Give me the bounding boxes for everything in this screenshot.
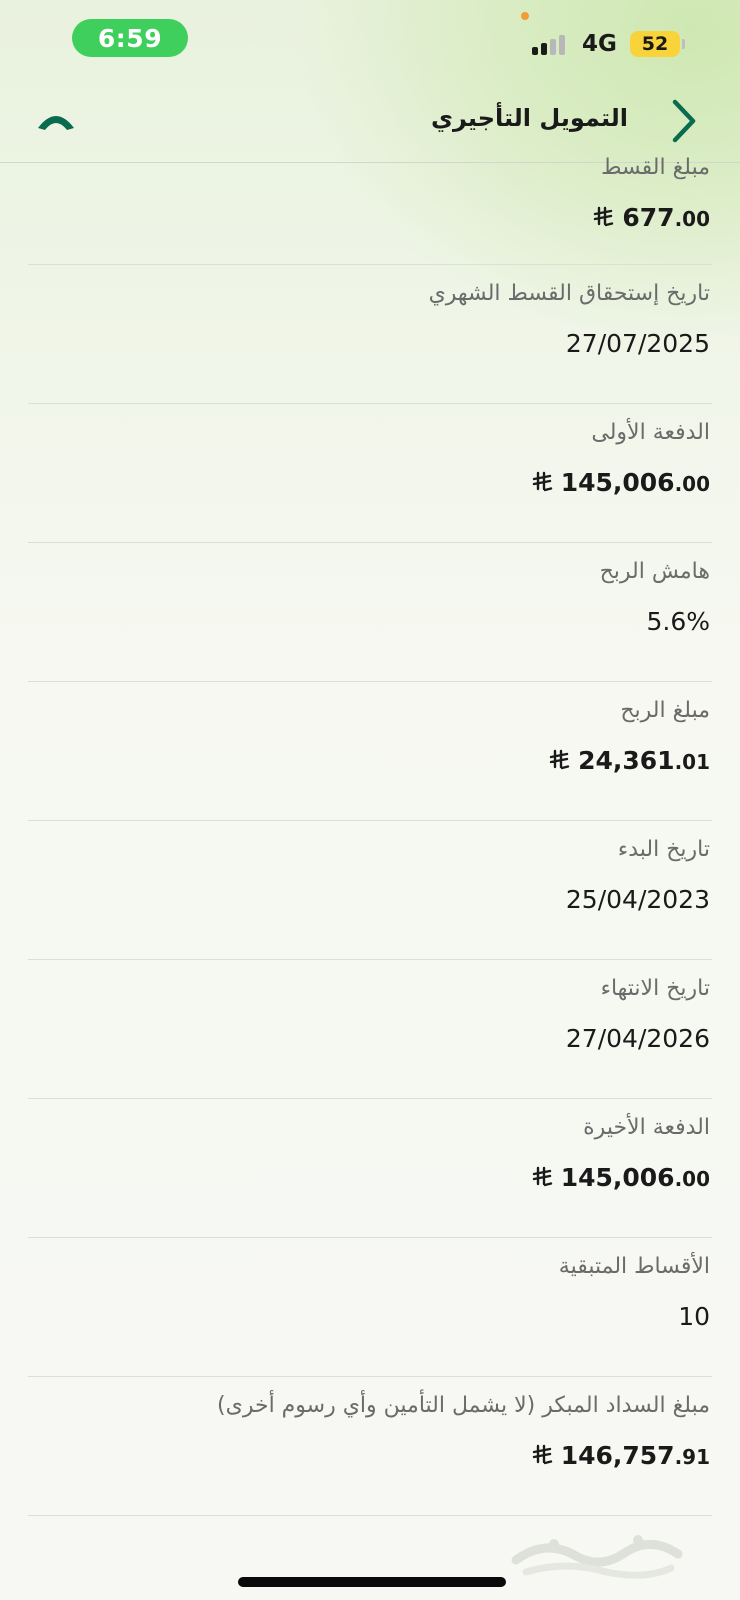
riyal-currency-icon [531,1443,553,1465]
detail-label: هامش الربح [599,559,710,584]
riyal-currency-icon [548,748,570,770]
detail-label: تاريخ البدء [617,837,710,862]
amount-integer: 146,757 [560,1441,675,1470]
riyal-currency-icon [531,1165,553,1187]
detail-row: مبلغ الربح 24,361.01 [28,682,712,821]
detail-value: 145,006.00 [531,1163,710,1192]
chevron-right-icon[interactable] [670,98,698,144]
riyal-currency-icon [531,470,553,492]
detail-label: مبلغ القسط [601,155,710,180]
amount-integer: 145,006 [560,1163,675,1192]
detail-row: مبلغ القسط 677.00 [28,155,712,265]
detail-value: 10 [678,1302,710,1331]
amount-integer: 24,361 [578,746,675,775]
signal-strength-icon [532,33,572,55]
detail-label: الدفعة الأولى [591,420,710,445]
amount-decimals: .01 [674,750,710,774]
detail-value: 677.00 [592,203,710,232]
detail-label: تاريخ إستحقاق القسط الشهري [428,281,710,306]
detail-row: الأقساط المتبقية 10 [28,1238,712,1377]
network-type: 4G [582,31,617,57]
detail-value: 145,006.00 [531,468,710,497]
amount-integer: 145,006 [560,468,675,497]
haraj-watermark-logo [511,1535,683,1579]
amount-decimals: .00 [674,207,710,231]
detail-row: تاريخ البدء 25/04/2023 [28,821,712,960]
amount-integer: 677 [622,203,675,232]
detail-row: تاريخ الانتهاء 27/04/2026 [28,960,712,1099]
home-indicator[interactable] [238,1577,506,1587]
amount-decimals: .00 [674,472,710,496]
detail-label: تاريخ الانتهاء [600,976,710,1001]
page-title: التمويل التأجيري [430,104,628,132]
detail-row: مبلغ السداد المبكر (لا يشمل التأمين وأي … [28,1377,712,1516]
status-time: 6:59 [72,19,188,57]
crown-arc-icon[interactable] [36,106,76,132]
detail-row: الدفعة الأولى 145,006.00 [28,404,712,543]
detail-label: الأقساط المتبقية [558,1254,710,1279]
detail-value: 27/04/2026 [565,1024,710,1053]
detail-label: مبلغ الربح [620,698,710,723]
detail-value: 24,361.01 [548,746,710,775]
battery-icon: 52 [630,31,680,57]
riyal-currency-icon [592,205,614,227]
amount-decimals: .91 [674,1445,710,1469]
detail-value: 25/04/2023 [565,885,710,914]
detail-value: 27/07/2025 [565,329,710,358]
nav-bar: التمويل التأجيري [0,62,740,163]
detail-row: الدفعة الأخيرة 145,006.00 [28,1099,712,1238]
status-bar: 6:59 4G 52 [0,0,740,62]
detail-value: 146,757.91 [531,1441,710,1470]
amount-decimals: .00 [674,1167,710,1191]
detail-label: الدفعة الأخيرة [583,1115,710,1140]
detail-value: 5.6% [646,607,710,636]
privacy-dot-icon [521,12,529,20]
financing-details-list: مبلغ القسط 677.00 تاريخ إستحقاق القسط الشه… [0,155,740,1516]
detail-row: هامش الربح 5.6% [28,543,712,682]
battery-tip [682,39,685,49]
detail-label: مبلغ السداد المبكر (لا يشمل التأمين وأي … [217,1393,710,1418]
detail-row: تاريخ إستحقاق القسط الشهري 27/07/2025 [28,265,712,404]
